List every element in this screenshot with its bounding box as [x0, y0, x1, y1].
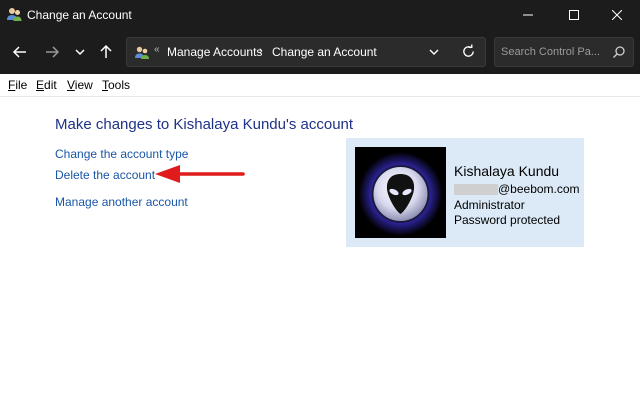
search-icon[interactable]: [612, 45, 626, 59]
refresh-icon: [462, 43, 474, 57]
control-panel-window: Change an Account « Manage Accounts › Ch…: [0, 0, 640, 406]
breadcrumb-separator[interactable]: ›: [259, 45, 263, 57]
close-button[interactable]: [594, 0, 640, 30]
close-icon: [612, 10, 622, 20]
account-name: Kishalaya Kundu: [454, 163, 560, 179]
search-input[interactable]: [501, 44, 605, 60]
password-status: Password protected: [454, 213, 561, 227]
email-redaction: [454, 184, 498, 195]
menu-tools[interactable]: Tools: [102, 78, 130, 92]
back-arrow-icon: [12, 46, 26, 58]
search-box[interactable]: [494, 37, 634, 67]
up-button[interactable]: [94, 40, 118, 64]
menu-view[interactable]: View: [67, 78, 93, 92]
account-role: Administrator: [454, 198, 525, 212]
refresh-button[interactable]: [457, 40, 479, 62]
title-bar: Change an Account: [0, 0, 640, 30]
forward-button[interactable]: [40, 40, 64, 64]
breadcrumb-manage-accounts[interactable]: Manage Accounts: [167, 45, 262, 59]
up-arrow-icon: [100, 44, 112, 58]
chevron-down-icon: [75, 49, 85, 56]
account-card: Kishalaya Kundu @beebom.com Administrato…: [346, 138, 584, 247]
user-accounts-icon: [7, 8, 22, 21]
forward-arrow-icon: [46, 46, 60, 58]
address-field[interactable]: « Manage Accounts › Change an Account: [126, 37, 486, 67]
address-dropdown-icon[interactable]: [427, 45, 441, 59]
maximize-icon: [569, 10, 579, 20]
back-button[interactable]: [8, 40, 32, 64]
menu-file[interactable]: File: [8, 78, 27, 92]
alien-avatar-icon: [355, 147, 446, 238]
minimize-icon: [523, 14, 533, 16]
menu-edit[interactable]: Edit: [36, 78, 57, 92]
overflow-chevron[interactable]: «: [154, 44, 160, 55]
main-content: Make changes to Kishalaya Kundu's accoun…: [0, 97, 640, 406]
window-title: Change an Account: [27, 8, 132, 22]
change-account-type-link[interactable]: Change the account type: [55, 147, 188, 161]
avatar: [355, 147, 446, 238]
minimize-button[interactable]: [505, 0, 551, 30]
account-email: @beebom.com: [498, 182, 580, 196]
breadcrumb-change-account[interactable]: Change an Account: [272, 45, 377, 59]
user-accounts-icon: [135, 46, 149, 59]
manage-another-account-link[interactable]: Manage another account: [55, 195, 188, 209]
delete-account-link[interactable]: Delete the account: [55, 168, 155, 182]
recent-locations-button[interactable]: [68, 40, 92, 64]
page-heading: Make changes to Kishalaya Kundu's accoun…: [55, 116, 354, 133]
navigation-bar: « Manage Accounts › Change an Account: [0, 30, 640, 74]
menu-bar: File Edit View Tools: [0, 74, 640, 97]
maximize-button[interactable]: [551, 0, 597, 30]
